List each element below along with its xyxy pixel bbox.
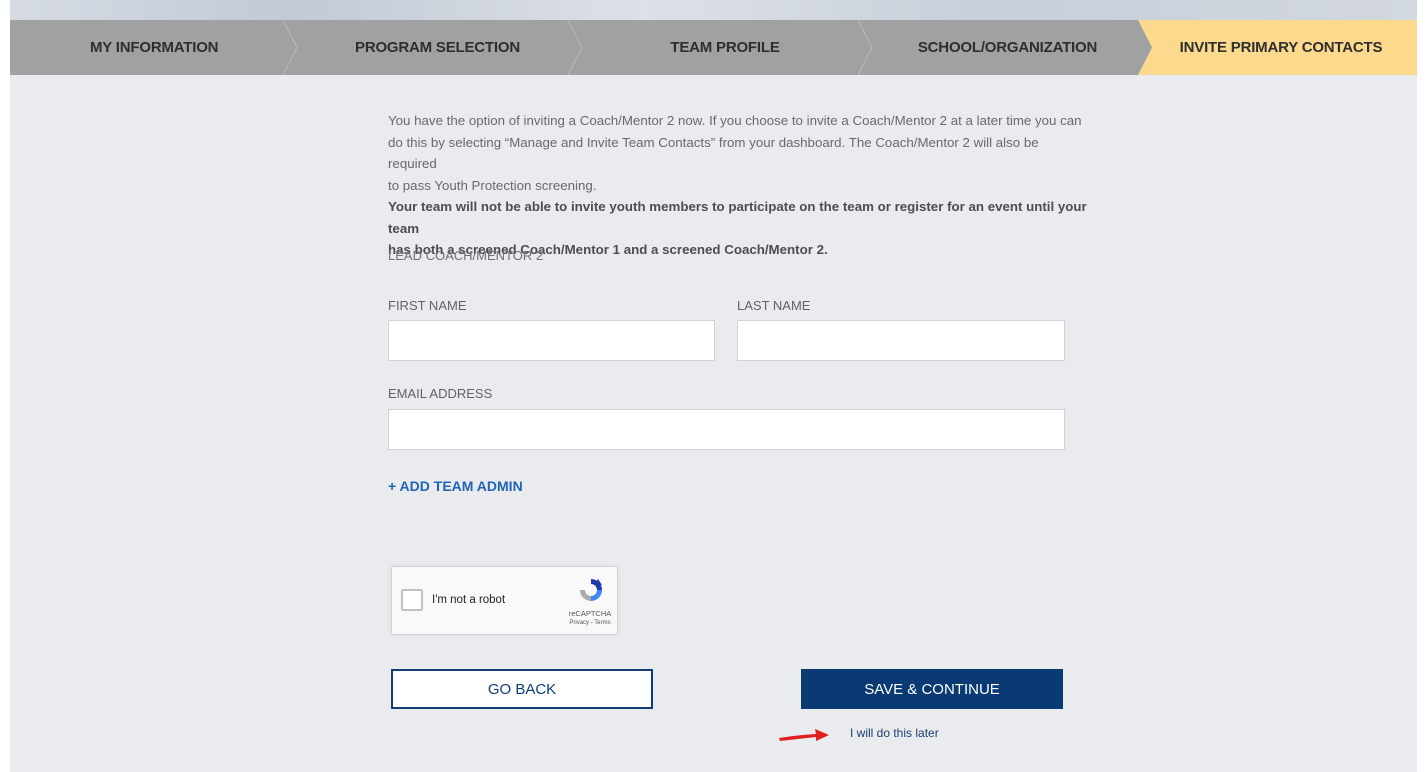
- step-label: INVITE PRIMARY CONTACTS: [1179, 39, 1383, 56]
- recaptcha-label: I'm not a robot: [432, 594, 506, 606]
- intro-line: to pass Youth Protection screening.: [388, 177, 597, 193]
- progress-steps: MY INFORMATION PROGRAM SELECTION TEAM PR…: [10, 20, 1417, 75]
- go-back-button[interactable]: GO BACK: [391, 669, 653, 709]
- step-label: PROGRAM SELECTION: [355, 39, 520, 56]
- recaptcha-checkbox[interactable]: [401, 589, 423, 611]
- red-arrow-icon: [779, 729, 829, 741]
- header-banner: [10, 0, 1417, 20]
- section-label: LEAD COACH/MENTOR 2: [388, 248, 544, 263]
- email-label: EMAIL ADDRESS: [388, 386, 493, 401]
- intro-line: do this by selecting “Manage and Invite …: [388, 134, 1039, 172]
- warning-line: Your team will not be able to invite you…: [388, 199, 1087, 236]
- first-name-label: FIRST NAME: [388, 298, 467, 313]
- intro-line: You have the option of inviting a Coach/…: [388, 113, 1082, 128]
- chevron-separator-icon: [283, 20, 298, 75]
- step-my-information[interactable]: MY INFORMATION: [10, 20, 298, 75]
- recaptcha-widget: I'm not a robot reCAPTCHA Privacy - Term…: [391, 566, 618, 635]
- step-school-organization[interactable]: SCHOOL/ORGANIZATION: [870, 20, 1145, 75]
- step-label: TEAM PROFILE: [670, 39, 780, 56]
- recaptcha-brand: reCAPTCHA: [568, 609, 612, 618]
- do-this-later-link[interactable]: I will do this later: [850, 726, 939, 740]
- step-program-selection[interactable]: PROGRAM SELECTION: [295, 20, 583, 75]
- recaptcha-terms-link[interactable]: Privacy - Terms: [560, 620, 620, 626]
- step-label: MY INFORMATION: [90, 39, 219, 56]
- step-invite-primary-contacts[interactable]: INVITE PRIMARY CONTACTS: [1145, 20, 1417, 75]
- step-team-profile[interactable]: TEAM PROFILE: [580, 20, 873, 75]
- chevron-separator-icon: [858, 20, 873, 75]
- last-name-label: LAST NAME: [737, 298, 811, 313]
- recaptcha-logo-icon: [580, 579, 602, 601]
- intro-paragraph: You have the option of inviting a Coach/…: [388, 110, 1088, 196]
- last-name-input[interactable]: [737, 320, 1065, 361]
- add-team-admin-link[interactable]: + ADD TEAM ADMIN: [388, 478, 523, 494]
- intro-text: You have the option of inviting a Coach/…: [388, 110, 1088, 261]
- chevron-separator-icon: [568, 20, 583, 75]
- page: MY INFORMATION PROGRAM SELECTION TEAM PR…: [10, 0, 1417, 772]
- email-input[interactable]: [388, 409, 1065, 450]
- first-name-input[interactable]: [388, 320, 715, 361]
- step-label: SCHOOL/ORGANIZATION: [917, 39, 1098, 56]
- save-continue-button[interactable]: SAVE & CONTINUE: [801, 669, 1063, 709]
